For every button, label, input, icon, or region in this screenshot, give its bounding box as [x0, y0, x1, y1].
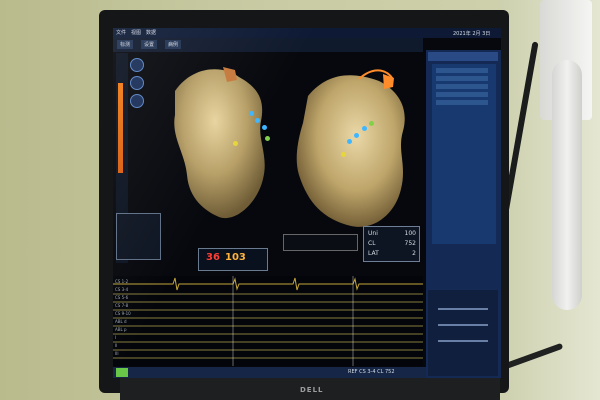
toolbar-mapping-button[interactable]: 标测: [117, 40, 134, 49]
date-text: 2021年 2月 3日: [453, 31, 491, 37]
rotate-tool-button[interactable]: [130, 58, 144, 72]
cardiac-anatomy-render: [174, 67, 405, 227]
map-list-item[interactable]: [436, 100, 488, 105]
ecg-traces: [113, 276, 423, 366]
tag-point: [341, 152, 346, 157]
depth-color-scale: [118, 83, 123, 173]
status-text: REF CS 3-4 CL 752: [348, 369, 395, 375]
readout-row-lat: LAT 2: [368, 250, 416, 257]
ecg-label: II: [115, 343, 118, 348]
ablation-point: [347, 139, 352, 144]
ablation-point: [249, 111, 254, 116]
ecg-label: CS 3-4: [115, 287, 129, 292]
ecg-trace-area: CS 1-2 CS 3-4 CS 5-6 CS 7-8 CS 9-10 ABL …: [113, 276, 423, 366]
ecg-label: CS 5-6: [115, 295, 129, 300]
catheter-panel: [116, 213, 161, 260]
panel-header: [428, 52, 498, 61]
ablation-point: [362, 126, 367, 131]
mapping-screen[interactable]: 文件 视图 数据 2021年 2月 3日 标测 设置 病例 36 103 Uni…: [113, 28, 501, 378]
panel-controls: [428, 290, 498, 376]
menu-item-view[interactable]: 视图: [131, 29, 141, 36]
3d-map-viewport[interactable]: [153, 53, 423, 243]
hospital-scene: DELL 文件 视图 数据 2021年 2月 3日 标测 设置 病例 36 10…: [0, 0, 600, 400]
title-bar: 文件 视图 数据 2021年 2月 3日: [113, 28, 501, 38]
equipment-arm: [552, 60, 582, 310]
right-side-panel: [426, 50, 501, 378]
tag-point: [233, 141, 238, 146]
brightness-slider[interactable]: [438, 340, 488, 342]
ecg-label: ABL p: [115, 327, 127, 332]
threshold-slider[interactable]: [438, 324, 488, 326]
ecg-label: I: [115, 335, 117, 340]
summary-value-red: 36: [206, 252, 220, 263]
ablation-point: [354, 133, 359, 138]
tag-point: [369, 121, 374, 126]
map-list-item[interactable]: [436, 76, 488, 81]
monitor-logo: DELL: [300, 386, 324, 394]
toolbar-settings-button[interactable]: 设置: [141, 40, 158, 49]
measurement-readout: Uni 100 CL 752 LAT 2: [363, 226, 420, 262]
top-toolbar: 标测 设置 病例: [113, 38, 423, 52]
ecg-label: CS 9-10: [115, 311, 131, 316]
opacity-slider[interactable]: [438, 308, 488, 310]
zoom-tool-button[interactable]: [130, 76, 144, 90]
ablation-point: [262, 125, 267, 130]
toolbar-case-button[interactable]: 病例: [165, 40, 182, 49]
ecg-label: ABL d: [115, 319, 127, 324]
map-list-item[interactable]: [436, 92, 488, 97]
waveform-preview: [283, 234, 358, 251]
readout-row-uni: Uni 100: [368, 230, 416, 237]
map-list-item[interactable]: [436, 68, 488, 73]
summary-readout: 36 103: [198, 248, 268, 271]
pan-tool-button[interactable]: [130, 94, 144, 108]
record-button[interactable]: [116, 368, 128, 377]
menu-item-data[interactable]: 数据: [146, 29, 156, 36]
tag-point: [265, 136, 270, 141]
ecg-label: CS 7-8: [115, 303, 129, 308]
map-list: [432, 64, 496, 244]
map-list-item[interactable]: [436, 84, 488, 89]
ablation-point: [255, 118, 260, 123]
ecg-label: III: [115, 351, 119, 356]
menu-item-file[interactable]: 文件: [116, 29, 126, 36]
readout-row-cl: CL 752: [368, 240, 416, 247]
ecg-label: CS 1-2: [115, 279, 129, 284]
summary-value-orange: 103: [225, 252, 246, 263]
